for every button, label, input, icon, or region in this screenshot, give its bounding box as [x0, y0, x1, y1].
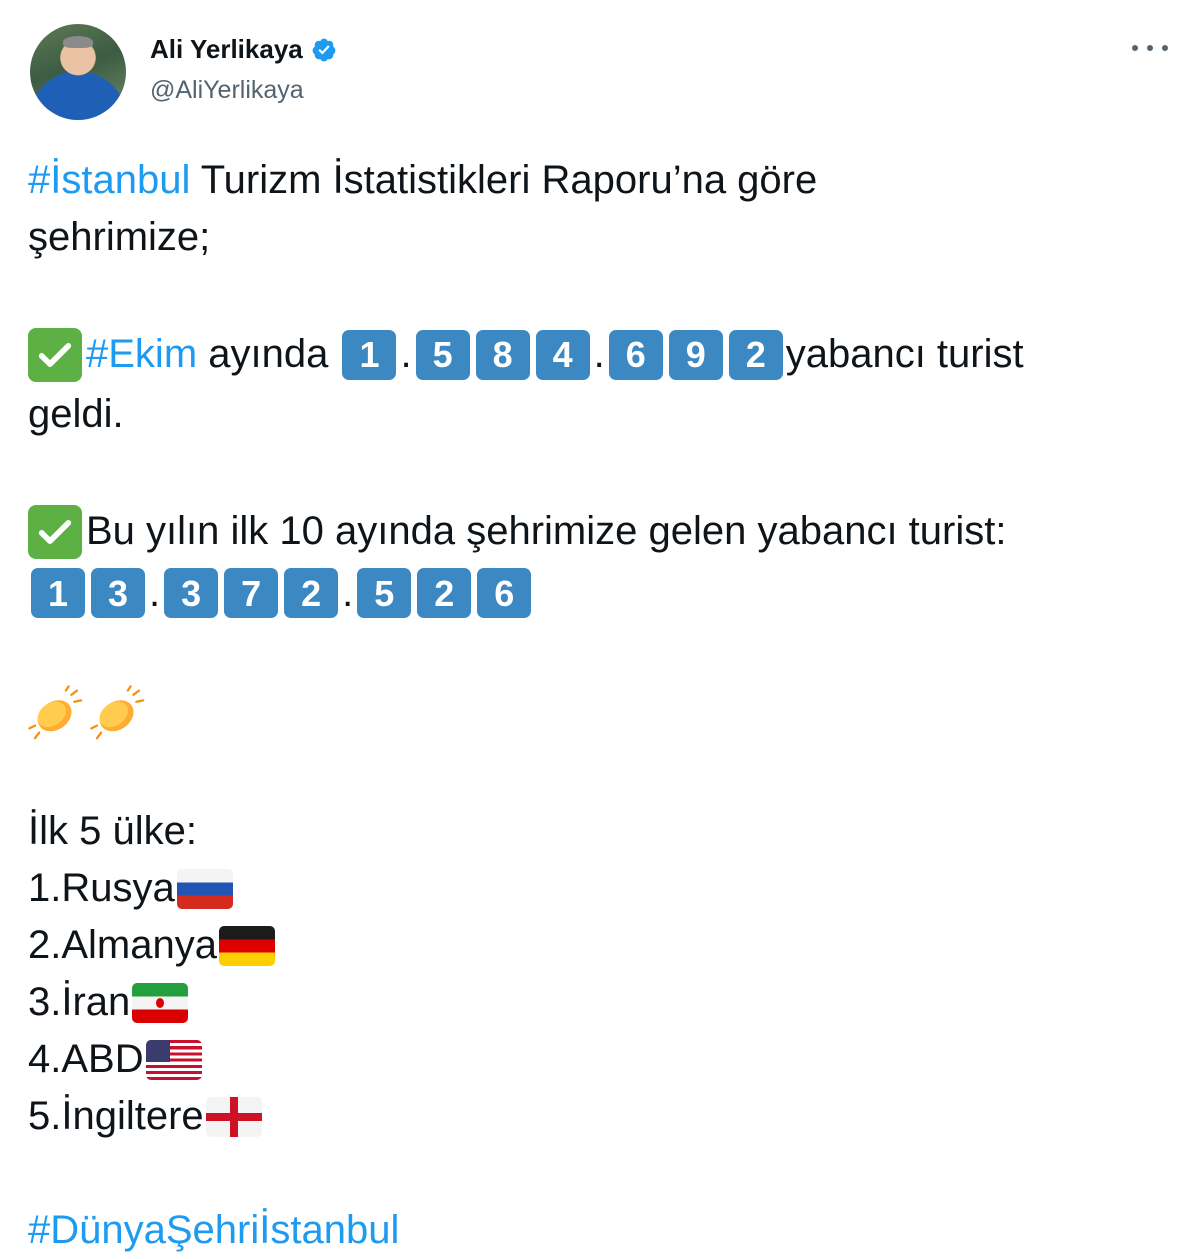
number-keycap: 2	[728, 329, 783, 380]
germany-flag-icon	[218, 925, 275, 966]
number-keycap: 7	[224, 568, 279, 618]
clapping-hands-icon	[28, 685, 83, 740]
country-label: 1.Rusya	[28, 866, 175, 910]
tweet-text: şehrimize;	[28, 215, 211, 259]
yearly-number: 13.372.526	[28, 563, 534, 623]
tweet-yearly-line: Bu yılın ilk 10 ayında şehrimize gelen y…	[28, 500, 1178, 563]
number-keycap: 1.584.692	[339, 326, 785, 383]
thousands-separator: .	[593, 332, 605, 376]
country-label: 2.Almanya	[28, 923, 217, 967]
thousands-separator: .	[400, 332, 412, 376]
number-keycap: 3	[164, 568, 219, 618]
verified-badge-icon	[312, 38, 336, 61]
tweet-text: Bu yılın ilk 10 ayında şehrimize gelen y…	[86, 509, 1007, 553]
tweet-text: İlk 5 ülke:	[28, 809, 197, 853]
countries-list: 1.Rusya 2.Almanya 3.İran 4.ABD 5.İngiltere	[28, 860, 1178, 1145]
number-keycap: 2	[417, 568, 472, 618]
iran-flag-icon	[132, 982, 189, 1023]
tweet-ekim-line: #Ekim ayında 1. 5 8 4. 6 9 2 yabancı turist	[28, 323, 1178, 386]
number-keycap: 3	[91, 568, 145, 618]
tweet-text: yabancı turist	[785, 332, 1024, 376]
country-label: 4.ABD	[28, 1037, 144, 1081]
thousands-separator: .	[149, 570, 161, 615]
tweet-line-2: şehrimize;	[28, 209, 1178, 266]
number-keycap: 5	[415, 329, 470, 380]
number-keycap: 4	[535, 329, 590, 380]
more-options-icon[interactable]	[1132, 36, 1168, 60]
country-label: 3.İran	[28, 980, 131, 1024]
check-mark-icon	[28, 327, 82, 382]
number-keycap: 6	[477, 568, 532, 618]
number-keycap: 9	[668, 329, 723, 380]
usa-flag-icon	[145, 1039, 202, 1080]
clapping-hands-row	[28, 680, 1178, 746]
tweet-line-1: #İstanbul Turizm İstatistikleri Raporu’n…	[28, 152, 1178, 209]
hashtag-ekim[interactable]: #Ekim	[86, 326, 197, 383]
number-keycap: 1	[342, 329, 397, 380]
tweet-text: geldi.	[28, 392, 124, 436]
country-list-item: 1.Rusya	[28, 860, 1178, 917]
russia-flag-icon	[176, 868, 233, 909]
tweet-body: #İstanbul Turizm İstatistikleri Raporu’n…	[28, 152, 1178, 1259]
number-keycap: 5	[357, 568, 412, 618]
number-keycap: 1	[31, 568, 85, 618]
country-list-item: 4.ABD	[28, 1031, 1178, 1088]
number-keycap: 8	[475, 329, 530, 380]
tweet-text: ayında	[197, 332, 340, 376]
author-avatar[interactable]	[30, 24, 126, 120]
author-name-row: Ali Yerlikaya	[150, 34, 337, 65]
country-list-item: 5.İngiltere	[28, 1088, 1178, 1145]
tweet-text: Turizm İstatistikleri Raporu’na göre	[190, 158, 818, 202]
tweet-footer-line: #DünyaŞehriİstanbul	[28, 1202, 1178, 1259]
author-name[interactable]: Ali Yerlikaya	[150, 34, 303, 65]
check-mark-icon	[28, 504, 82, 559]
country-list-item: 3.İran	[28, 974, 1178, 1031]
author-handle[interactable]: @AliYerlikaya	[150, 76, 304, 105]
clapping-hands-icon	[90, 685, 145, 740]
number-keycap: 2	[284, 568, 339, 618]
country-list-item: 2.Almanya	[28, 917, 1178, 974]
country-label: 5.İngiltere	[28, 1094, 204, 1138]
thousands-separator: .	[342, 570, 354, 615]
hashtag-dunya-sehri-istanbul[interactable]: #DünyaŞehriİstanbul	[28, 1202, 399, 1259]
hashtag-istanbul[interactable]: #İstanbul	[28, 152, 190, 209]
tweet-line-geldi: geldi.	[28, 386, 1178, 443]
england-flag-icon	[205, 1096, 262, 1137]
countries-title: İlk 5 ülke:	[28, 803, 1178, 860]
number-keycap: 6	[608, 329, 663, 380]
